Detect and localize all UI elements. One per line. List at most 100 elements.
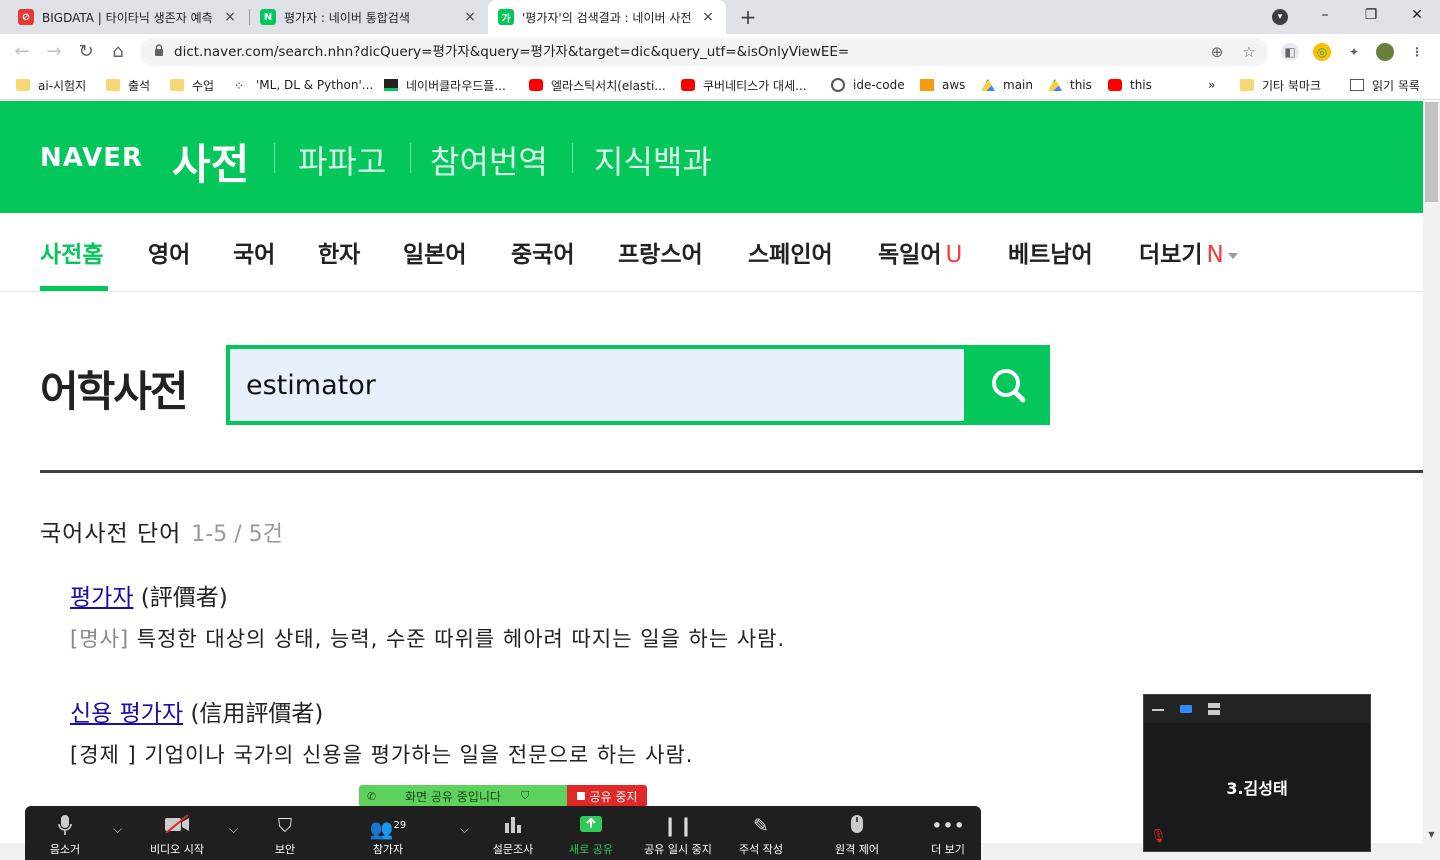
chevron-up-icon[interactable]: ⌵ xyxy=(113,822,122,837)
remote-control-button[interactable]: 원격 제어 xyxy=(822,814,892,857)
home-button[interactable]: ⌂ xyxy=(106,40,130,64)
new-tab-button[interactable]: + xyxy=(738,4,758,30)
tab-vietnamese[interactable]: 베트남어 xyxy=(1008,235,1093,269)
chevron-up-icon[interactable]: ⌵ xyxy=(460,822,469,837)
tab-spanish[interactable]: 스페인어 xyxy=(748,235,833,269)
mute-button[interactable]: 음소거 xyxy=(30,814,100,857)
bookmark-item[interactable]: 출석 xyxy=(106,76,150,94)
entry-definition: [명사] 특정한 대상의 상태, 능력, 수준 따위를 헤아려 따지는 일을 하… xyxy=(70,623,785,653)
security-button[interactable]: ⛉ 보안 xyxy=(250,814,320,857)
tab-french[interactable]: 프랑스어 xyxy=(618,235,703,269)
more-button[interactable]: ••• 더 보기 xyxy=(913,814,983,857)
search-icon xyxy=(992,369,1026,403)
start-video-button[interactable]: 비디오 시작 xyxy=(142,814,212,857)
profile-avatar[interactable] xyxy=(1376,43,1394,61)
papago-link[interactable]: 파파고 xyxy=(298,137,386,183)
header-divider xyxy=(572,143,573,173)
tab-korean[interactable]: 국어 xyxy=(233,235,275,269)
address-bar[interactable]: dict.naver.com/search.nhn?dicQuery=평가자&q… xyxy=(140,38,1268,66)
other-bookmarks[interactable]: 기타 북마크 xyxy=(1240,76,1321,94)
bookmark-item[interactable]: aws xyxy=(920,76,965,94)
bookmark-item[interactable]: this xyxy=(1048,76,1092,94)
tab-more[interactable]: 더보기 N xyxy=(1139,235,1238,269)
polling-button[interactable]: 설문조사 xyxy=(478,814,548,857)
minimize-video-icon[interactable] xyxy=(1152,709,1164,711)
dots-icon: ⁘ xyxy=(234,79,245,93)
pause-icon: ❙❙ xyxy=(662,815,694,837)
tab-naver-search[interactable]: N 평가자 : 네이버 통합검색 × xyxy=(250,0,488,34)
close-tab-icon[interactable]: × xyxy=(222,9,238,25)
scrollbar-thumb[interactable] xyxy=(1425,102,1438,202)
gallery-view-icon[interactable] xyxy=(1208,703,1220,715)
entry-hanja: (評價者) xyxy=(140,585,228,611)
extension-icon[interactable]: ◧ xyxy=(1281,43,1299,61)
pause-share-button[interactable]: ❙❙ 공유 일시 중지 xyxy=(633,814,723,857)
bookmarks-overflow-button[interactable]: » xyxy=(1208,76,1215,94)
search-button[interactable] xyxy=(966,345,1050,425)
knowledge-encyclopedia-link[interactable]: 지식백과 xyxy=(594,137,712,183)
annotate-button[interactable]: ✎ 주석 작성 xyxy=(726,814,796,857)
menu-dots-icon[interactable]: ⋮ xyxy=(1408,43,1426,61)
tab-bigdata[interactable]: ⊘ BIGDATA | 타이타닉 생존자 예측 × xyxy=(8,0,248,34)
scroll-down-arrow-icon[interactable]: ▼ xyxy=(1426,830,1437,839)
speaker-view-icon[interactable] xyxy=(1180,705,1192,713)
minimize-button[interactable]: – xyxy=(1302,0,1348,30)
bookmark-item[interactable]: 네이버클라우드플... xyxy=(384,76,506,94)
tab-search-icon[interactable]: ▾ xyxy=(1272,9,1288,25)
shield-check-icon: ⛉ xyxy=(520,789,530,802)
zoom-icon[interactable]: ⊕ xyxy=(1208,43,1226,61)
entry-word-link[interactable]: 신용 평가자 xyxy=(70,701,183,727)
bookmark-star-icon[interactable]: ☆ xyxy=(1240,43,1258,61)
search-input[interactable] xyxy=(230,349,964,421)
forward-button[interactable]: → xyxy=(42,40,66,64)
stop-share-button[interactable]: 공유 중지 xyxy=(567,785,647,807)
reading-list[interactable]: 읽기 목록 xyxy=(1350,76,1420,94)
tab-german[interactable]: 독일어 U xyxy=(878,235,962,269)
ban-icon: ⊘ xyxy=(18,9,34,25)
bookmark-item[interactable]: 수업 xyxy=(170,76,214,94)
tab-dict-home[interactable]: 사전홈 xyxy=(40,235,103,269)
drive-icon xyxy=(1048,79,1062,91)
close-tab-icon[interactable]: × xyxy=(700,9,716,25)
naver-logo[interactable]: NAVER xyxy=(40,143,143,173)
tab-japanese[interactable]: 일본어 xyxy=(403,235,466,269)
participation-translation-link[interactable]: 참여번역 xyxy=(430,137,548,183)
circle-icon xyxy=(831,78,845,92)
bookmark-label: 엘라스틱서치(elasti... xyxy=(551,78,666,93)
tab-naver-dict[interactable]: 가 '평가자'의 검색결과 : 네이버 사전 × xyxy=(488,0,726,34)
entry-word-link[interactable]: 평가자 xyxy=(70,585,133,611)
tab-title: 평가자 : 네이버 통합검색 xyxy=(284,10,410,25)
close-window-button[interactable]: ✕ xyxy=(1394,0,1440,30)
tab-english[interactable]: 영어 xyxy=(148,235,190,269)
search-box xyxy=(226,345,968,425)
chevron-up-icon[interactable]: ⌵ xyxy=(229,822,238,837)
bookmark-label: 'ML, DL & Python'... xyxy=(256,78,374,92)
video-panel[interactable]: 3.김성태 🎙 xyxy=(1143,694,1371,852)
bookmark-item[interactable]: ⁘ 'ML, DL & Python'... xyxy=(234,76,373,94)
vertical-scrollbar[interactable] xyxy=(1423,101,1440,860)
back-button[interactable]: ← xyxy=(10,40,34,64)
restore-button[interactable]: ❐ xyxy=(1348,0,1394,30)
new-share-button[interactable]: 새로 공유 xyxy=(556,814,626,857)
bookmark-item[interactable]: 쿠버네티스가 대세... xyxy=(681,76,807,94)
bookmark-item[interactable]: ide-code xyxy=(831,76,905,94)
participants-icon: 👥29 xyxy=(369,818,407,841)
tab-hanja[interactable]: 한자 xyxy=(318,235,360,269)
reload-button[interactable]: ↻ xyxy=(74,40,98,64)
bookmark-item[interactable]: 엘라스틱서치(elasti... xyxy=(529,76,666,94)
participants-button[interactable]: 👥29 참가자 xyxy=(353,814,423,857)
close-tab-icon[interactable]: × xyxy=(462,9,478,25)
puzzle-icon[interactable]: ✦ xyxy=(1345,43,1363,61)
folder-icon xyxy=(1240,79,1254,91)
language-tabs: 사전홈 영어 국어 한자 일본어 중국어 프랑스어 스페인어 독일어 U 베트남어… xyxy=(0,213,1423,292)
bookmark-item[interactable]: main xyxy=(981,76,1033,94)
tab-chinese[interactable]: 중국어 xyxy=(511,235,574,269)
dict-home-link[interactable]: 사전 xyxy=(172,131,249,192)
bookmark-item[interactable]: ai-시험지 xyxy=(16,76,86,94)
definition-text: 특정한 대상의 상태, 능력, 수준 따위를 헤아려 따지는 일을 하는 사람. xyxy=(136,627,786,651)
stop-icon xyxy=(576,792,585,800)
screen-sharing-banner[interactable]: ✆ 화면 공유 중입니다 ⛉ xyxy=(359,785,567,807)
bookmark-item[interactable]: this xyxy=(1108,76,1152,94)
folder-icon xyxy=(170,79,184,91)
chrome-extension-icon[interactable]: ◎ xyxy=(1313,43,1331,61)
